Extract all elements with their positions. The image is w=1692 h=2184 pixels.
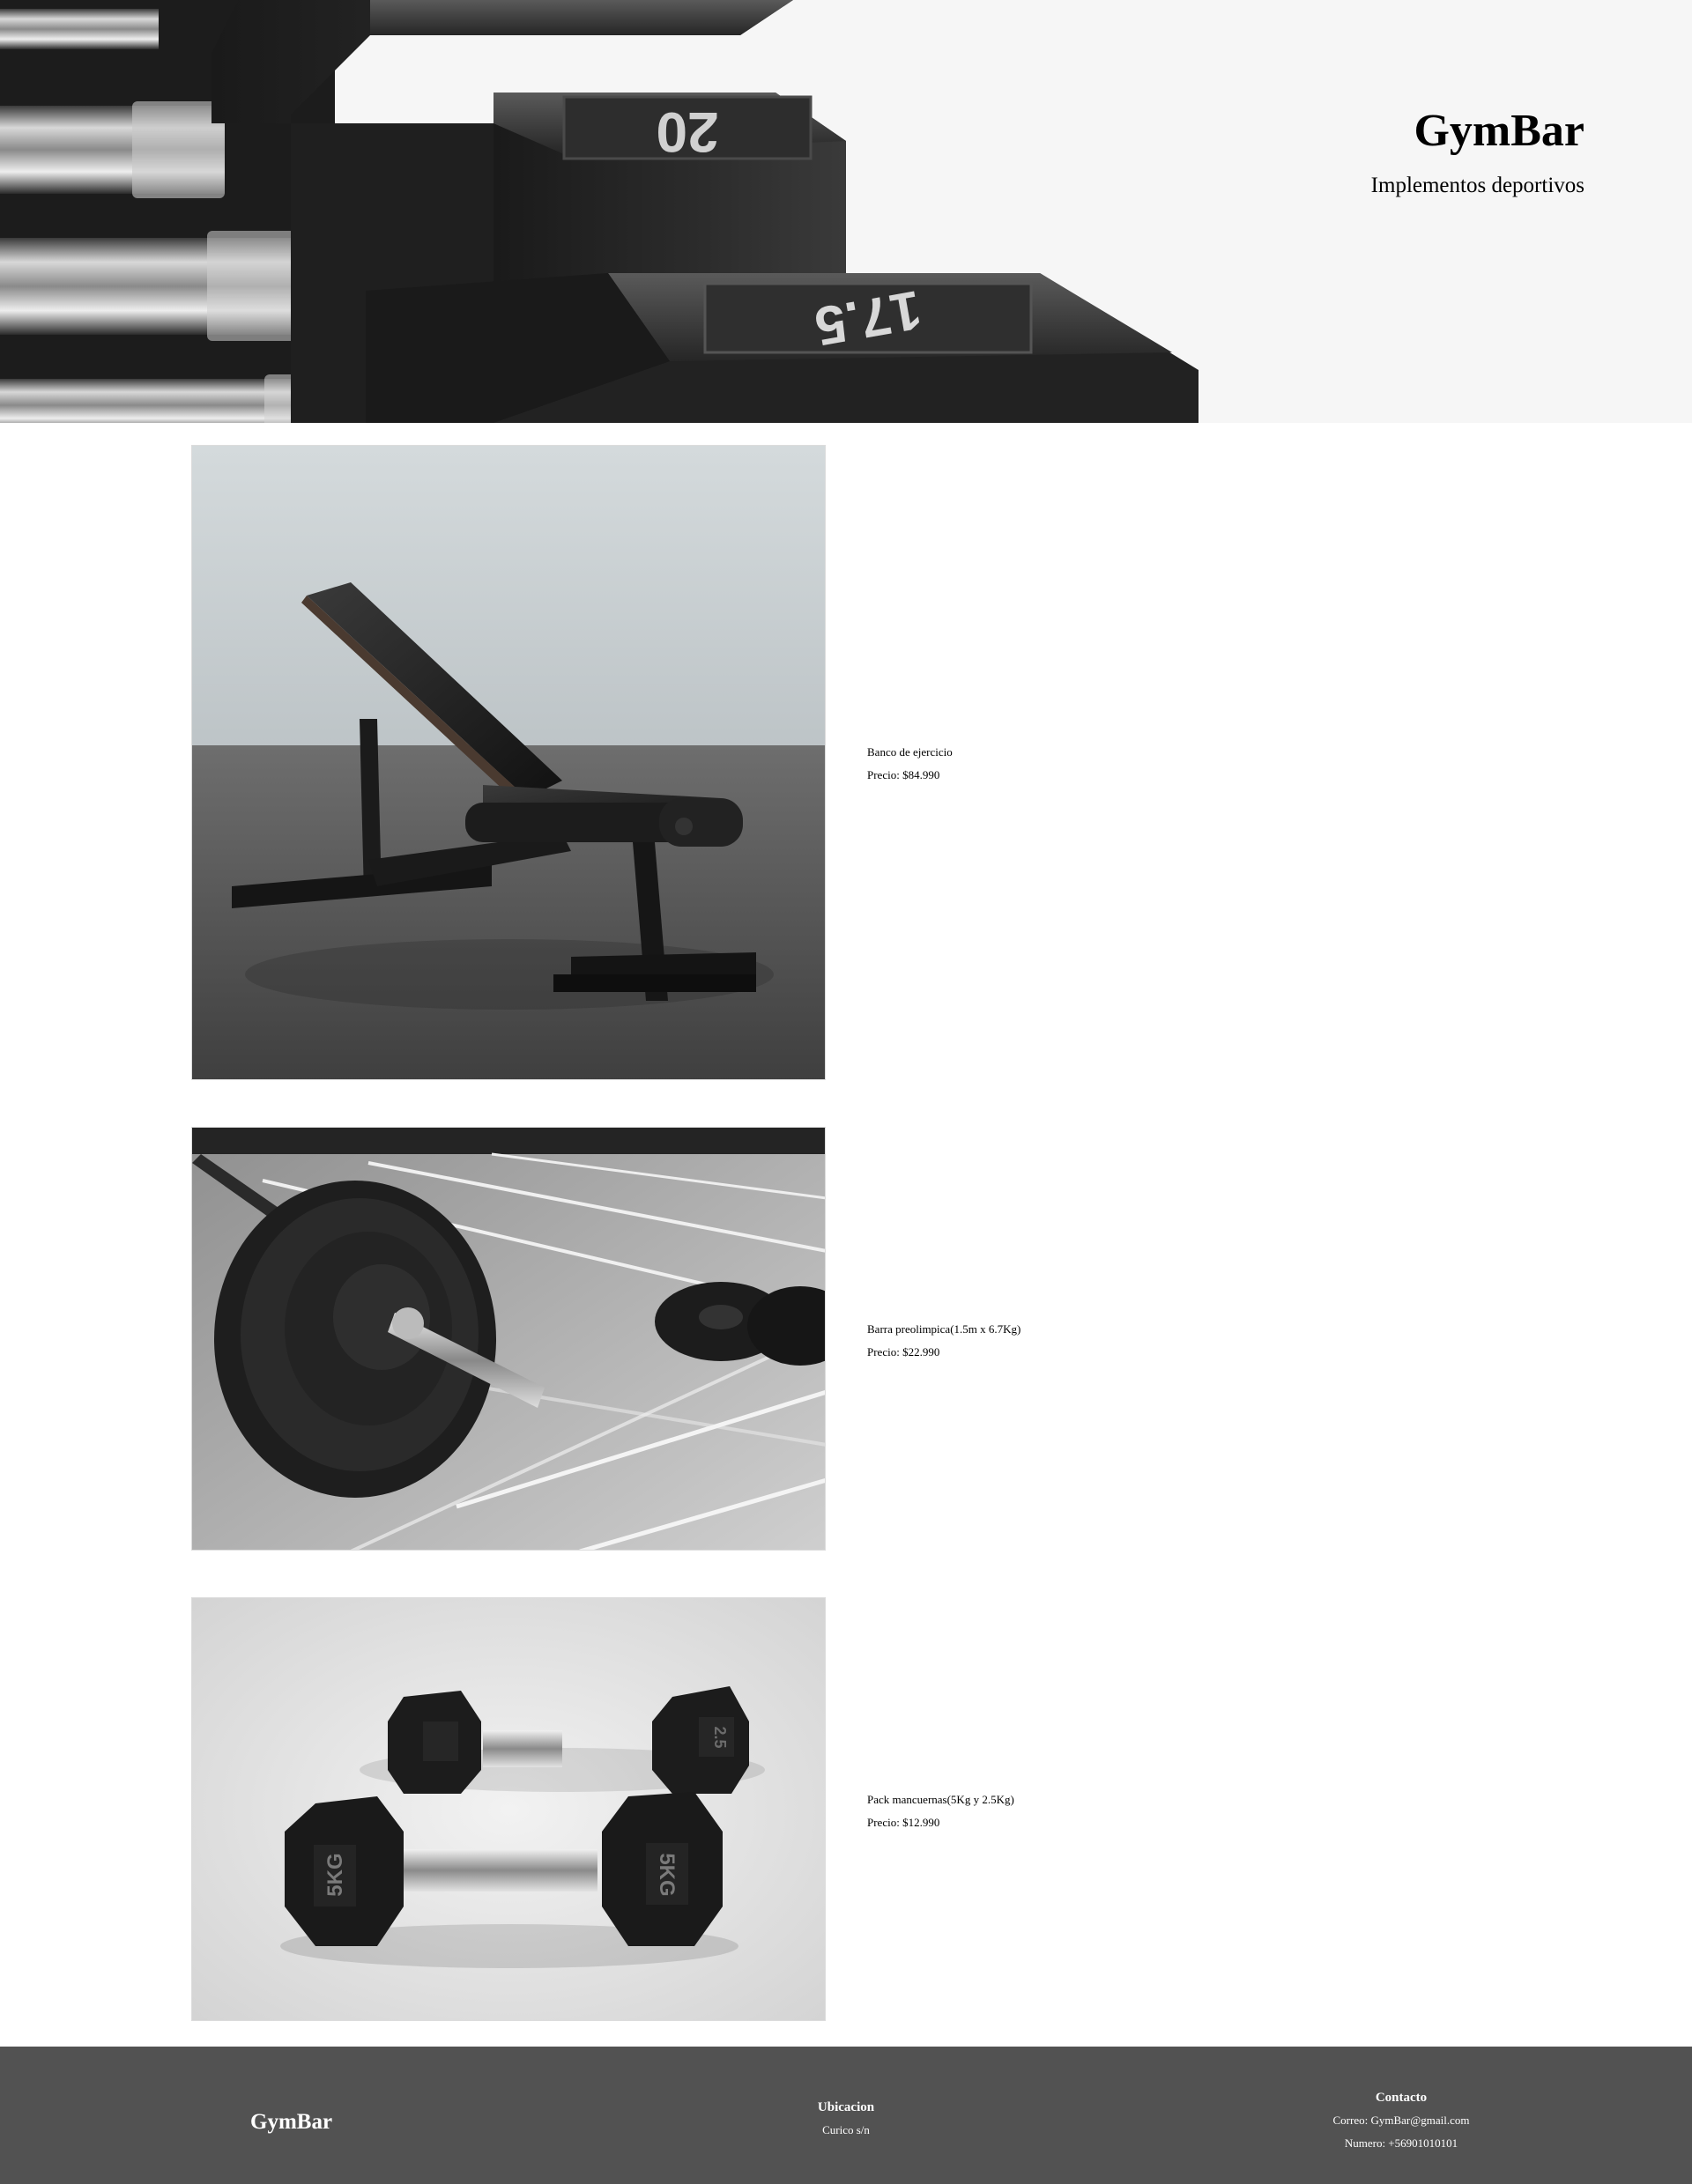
location-heading: Ubicacion (817, 2100, 875, 2114)
contact-phone: Numero: +56901010101 (1344, 2136, 1458, 2150)
product-image: 2.5 5KG 5KG (191, 1597, 826, 2021)
footer-brand: GymBar (250, 2110, 333, 2134)
product-info: Banco de ejercicio Precio: $84.990 (867, 741, 953, 787)
hex-dumbbells-photo: 2.5 5KG 5KG (192, 1598, 825, 2020)
dumbbell-label-small: 2.5 (711, 1726, 729, 1748)
location-address: Curico s/n (822, 2123, 870, 2136)
footer-contact: Contacto Correo: GymBar@gmail.com Numero… (1313, 2086, 1489, 2155)
dumbbell-label-big-right: 5KG (655, 1853, 679, 1896)
barbell-plates-photo (192, 1128, 825, 1550)
hero-weight-number-top: 20 (656, 100, 718, 164)
contact-email: Correo: GymBar@gmail.com (1332, 2114, 1470, 2127)
product-price: Precio: $12.990 (867, 1816, 940, 1829)
product-info: Barra preolimpica(1.5m x 6.7Kg) Precio: … (867, 1318, 1020, 1364)
product-card: 2.5 5KG 5KG Pack mancuernas(5Kg y 2.5Kg)… (191, 1597, 1501, 2021)
product-card: Barra preolimpica(1.5m x 6.7Kg) Precio: … (191, 1127, 1501, 1551)
dumbbell-rack-hero-image: 20 17.5 (0, 0, 1692, 423)
hero-banner: 20 17.5 GymBar Implementos deportivos (0, 0, 1692, 423)
product-price: Precio: $84.990 (867, 768, 940, 781)
product-image (191, 445, 826, 1080)
site-title: GymBar (1414, 106, 1584, 156)
contact-heading: Contacto (1375, 2091, 1428, 2105)
product-price: Precio: $22.990 (867, 1345, 940, 1359)
adjustable-bench-photo (192, 446, 825, 1079)
product-name: Pack mancuernas(5Kg y 2.5Kg) (867, 1793, 1014, 1806)
product-image (191, 1127, 826, 1551)
site-footer: GymBar Ubicacion Curico s/n Contacto Cor… (0, 2047, 1692, 2184)
product-info: Pack mancuernas(5Kg y 2.5Kg) Precio: $12… (867, 1788, 1014, 1834)
product-name: Barra preolimpica(1.5m x 6.7Kg) (867, 1322, 1021, 1336)
site-subtitle: Implementos deportivos (1370, 174, 1584, 197)
product-name: Banco de ejercicio (867, 745, 953, 759)
footer-location: Ubicacion Curico s/n (758, 2096, 934, 2142)
dumbbell-label-big: 5KG (323, 1853, 347, 1896)
product-card: Banco de ejercicio Precio: $84.990 (191, 445, 1501, 1080)
